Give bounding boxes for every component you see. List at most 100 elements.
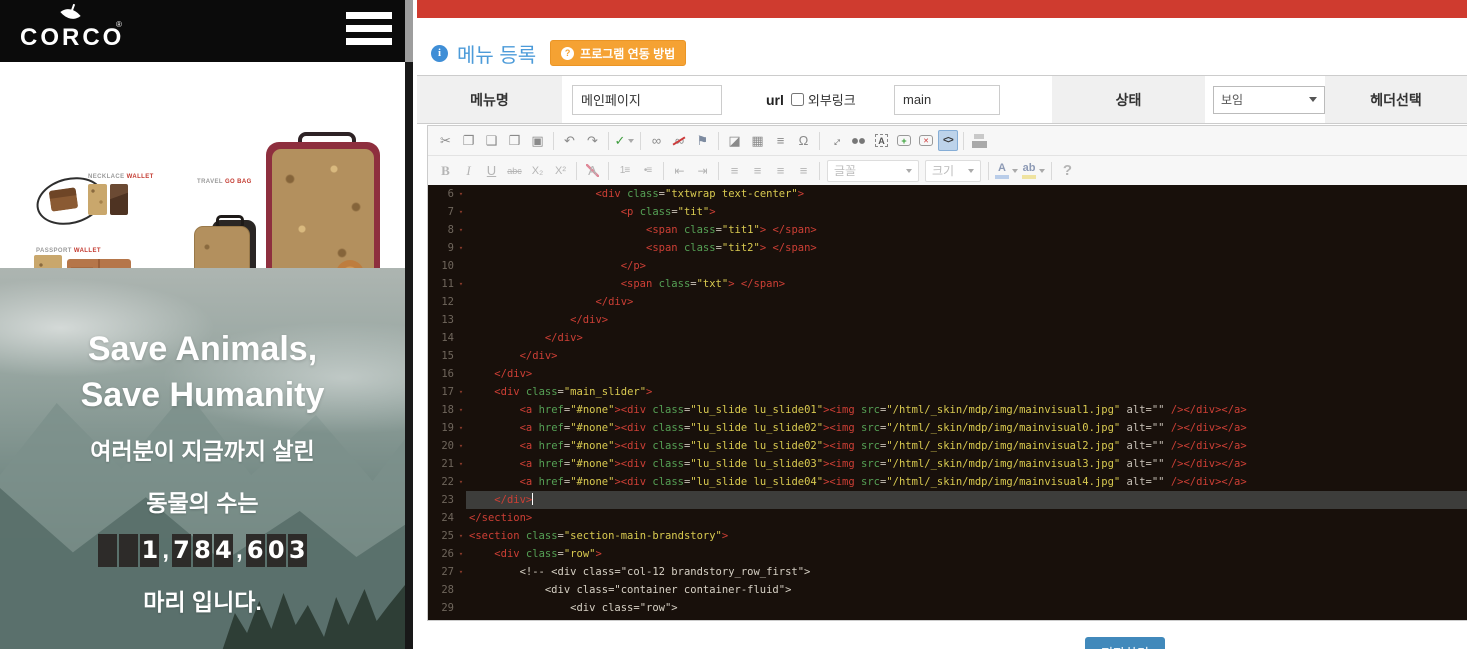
code-line-13[interactable]: 13 </div> [428, 311, 1467, 329]
preview-scrollbar-thumb[interactable] [405, 0, 413, 62]
program-link-help-button[interactable]: ? 프로그램 연동 방법 [550, 40, 686, 66]
fold-arrow-icon[interactable]: ▾ [456, 455, 466, 473]
code-line-12[interactable]: 12 </div> [428, 293, 1467, 311]
hero-title-line2: Save Humanity [81, 372, 325, 418]
spellcheck-icon[interactable]: ✓ [614, 130, 635, 151]
bold-icon[interactable]: B [435, 160, 456, 181]
special-char-icon[interactable]: Ω [793, 130, 814, 151]
source-icon[interactable]: <> [938, 130, 958, 151]
code-line-18[interactable]: 18▾ <a href="#none"><div class="lu_slide… [428, 401, 1467, 419]
code-line-29[interactable]: 29 <div class="row"> [428, 599, 1467, 617]
fold-arrow-icon[interactable]: ▾ [456, 473, 466, 491]
paste-text-icon[interactable]: ❒ [504, 130, 525, 151]
align-left-icon[interactable]: ≡ [724, 160, 745, 181]
anchor-flag-icon[interactable]: ⚑ [692, 130, 713, 151]
size-dropdown-icon[interactable]: 크기 [925, 160, 981, 182]
site-logo[interactable]: CORCO ® [20, 4, 130, 58]
image-icon[interactable]: ◪ [724, 130, 745, 151]
outdent-icon[interactable]: ⇤ [669, 160, 690, 181]
menu-name-input[interactable] [572, 85, 722, 115]
code-line-24[interactable]: 24</section> [428, 509, 1467, 527]
text-color-icon[interactable]: A [995, 163, 1018, 179]
line-number: 13 [428, 311, 456, 329]
site-preview-pane: CORCO ® NECKLACE WALLET PASSPORT WALLET [0, 0, 405, 649]
fold-arrow-icon[interactable]: ▾ [456, 563, 466, 581]
code-line-14[interactable]: 14 </div> [428, 329, 1467, 347]
code-line-15[interactable]: 15 </div> [428, 347, 1467, 365]
horizontal-line-icon[interactable]: ≡ [770, 130, 791, 151]
info-icon: i [431, 45, 448, 62]
help-icon[interactable]: ? [1057, 160, 1078, 181]
code-line-25[interactable]: 25▾<section class="section-main-brandsto… [428, 527, 1467, 545]
bulleted-list-icon[interactable]: •≡ [637, 160, 658, 181]
hamburger-menu-icon[interactable] [346, 12, 392, 50]
code-line-16[interactable]: 16 </div> [428, 365, 1467, 383]
fold-arrow-icon[interactable]: ▾ [456, 383, 466, 401]
paste-icon[interactable]: ❑ [481, 130, 502, 151]
underline-icon[interactable]: U [481, 160, 502, 181]
code-line-8[interactable]: 8▾ <span class="tit1"> </span> [428, 221, 1467, 239]
code-line-6[interactable]: 6▾ <div class="txtwrap text-center"> [428, 185, 1467, 203]
align-center-icon[interactable]: ≡ [747, 160, 768, 181]
fold-arrow-icon[interactable]: ▾ [456, 545, 466, 563]
code-line-23[interactable]: 23 </div> [428, 491, 1467, 509]
find-icon[interactable] [848, 130, 869, 151]
source-code-area[interactable]: 6▾ <div class="txtwrap text-center">7▾ <… [428, 185, 1467, 620]
code-line-28[interactable]: 28 <div class="container container-fluid… [428, 581, 1467, 599]
subscript-icon[interactable]: X₂ [527, 160, 548, 181]
counter-separator: , [162, 537, 169, 565]
superscript-icon[interactable]: X² [550, 160, 571, 181]
site-header: CORCO ® [0, 0, 405, 62]
fold-arrow-icon[interactable]: ▾ [456, 437, 466, 455]
fold-arrow-icon[interactable]: ▾ [456, 401, 466, 419]
fold-arrow-icon[interactable]: ▾ [456, 419, 466, 437]
fold-arrow-icon[interactable]: ▾ [456, 527, 466, 545]
code-line-27[interactable]: 27▾ <!-- <div class="col-12 brandstory_r… [428, 563, 1467, 581]
code-line-11[interactable]: 11▾ <span class="txt"> </span> [428, 275, 1467, 293]
fold-arrow-icon[interactable]: ▾ [456, 275, 466, 293]
chevron-down-icon [1309, 97, 1317, 102]
status-select[interactable]: 보임 [1213, 86, 1325, 114]
cut-icon[interactable]: ✂ [435, 130, 456, 151]
code-line-10[interactable]: 10 </p> [428, 257, 1467, 275]
undo-icon[interactable]: ↶ [559, 130, 580, 151]
link-icon[interactable]: ∞ [646, 130, 667, 151]
fold-arrow-icon[interactable]: ▾ [456, 185, 466, 203]
maximize-icon[interactable]: ↔ [821, 126, 851, 156]
select-all-icon[interactable]: A [875, 134, 888, 147]
copy-icon[interactable]: ❐ [458, 130, 479, 151]
save-button[interactable]: 저장하기 [1085, 637, 1165, 649]
code-line-9[interactable]: 9▾ <span class="tit2"> </span> [428, 239, 1467, 257]
code-line-17[interactable]: 17▾ <div class="main_slider"> [428, 383, 1467, 401]
fold-arrow-icon[interactable]: ▾ [456, 221, 466, 239]
code-line-19[interactable]: 19▾ <a href="#none"><div class="lu_slide… [428, 419, 1467, 437]
fold-arrow-icon[interactable]: ▾ [456, 239, 466, 257]
code-line-7[interactable]: 7▾ <p class="tit"> [428, 203, 1467, 221]
table-icon[interactable]: ▦ [747, 130, 768, 151]
line-number: 15 [428, 347, 456, 365]
passport-wallet-label: PASSPORT WALLET [36, 248, 101, 254]
unlink-icon[interactable]: ∞ [669, 130, 690, 151]
bg-color-icon[interactable]: ab [1022, 163, 1045, 179]
italic-icon[interactable]: I [458, 160, 479, 181]
align-right-icon[interactable]: ≡ [770, 160, 791, 181]
code-line-21[interactable]: 21▾ <a href="#none"><div class="lu_slide… [428, 455, 1467, 473]
indent-icon[interactable]: ⇥ [692, 160, 713, 181]
fold-arrow-icon[interactable]: ▾ [456, 203, 466, 221]
comment-add-icon[interactable]: + [897, 135, 911, 146]
print-icon[interactable] [969, 130, 990, 151]
url-input[interactable] [894, 85, 1000, 115]
comment-del-icon[interactable]: ✕ [919, 135, 933, 146]
code-line-20[interactable]: 20▾ <a href="#none"><div class="lu_slide… [428, 437, 1467, 455]
font-dropdown-icon[interactable]: 글꼴 [827, 160, 919, 182]
paste-word-icon[interactable]: ▣ [527, 130, 548, 151]
code-line-22[interactable]: 22▾ <a href="#none"><div class="lu_slide… [428, 473, 1467, 491]
align-justify-icon[interactable]: ≡ [793, 160, 814, 181]
code-line-26[interactable]: 26▾ <div class="row"> [428, 545, 1467, 563]
redo-icon[interactable]: ↷ [582, 130, 603, 151]
strikethrough-icon[interactable]: abc [504, 160, 525, 181]
numbered-list-icon[interactable]: 1≡ [614, 160, 635, 181]
code-line-30[interactable]: 30 <div class="col-12 brandstoryTxtWrap … [428, 617, 1467, 620]
external-link-checkbox[interactable] [791, 93, 804, 106]
remove-format-icon[interactable]: A [582, 160, 603, 181]
